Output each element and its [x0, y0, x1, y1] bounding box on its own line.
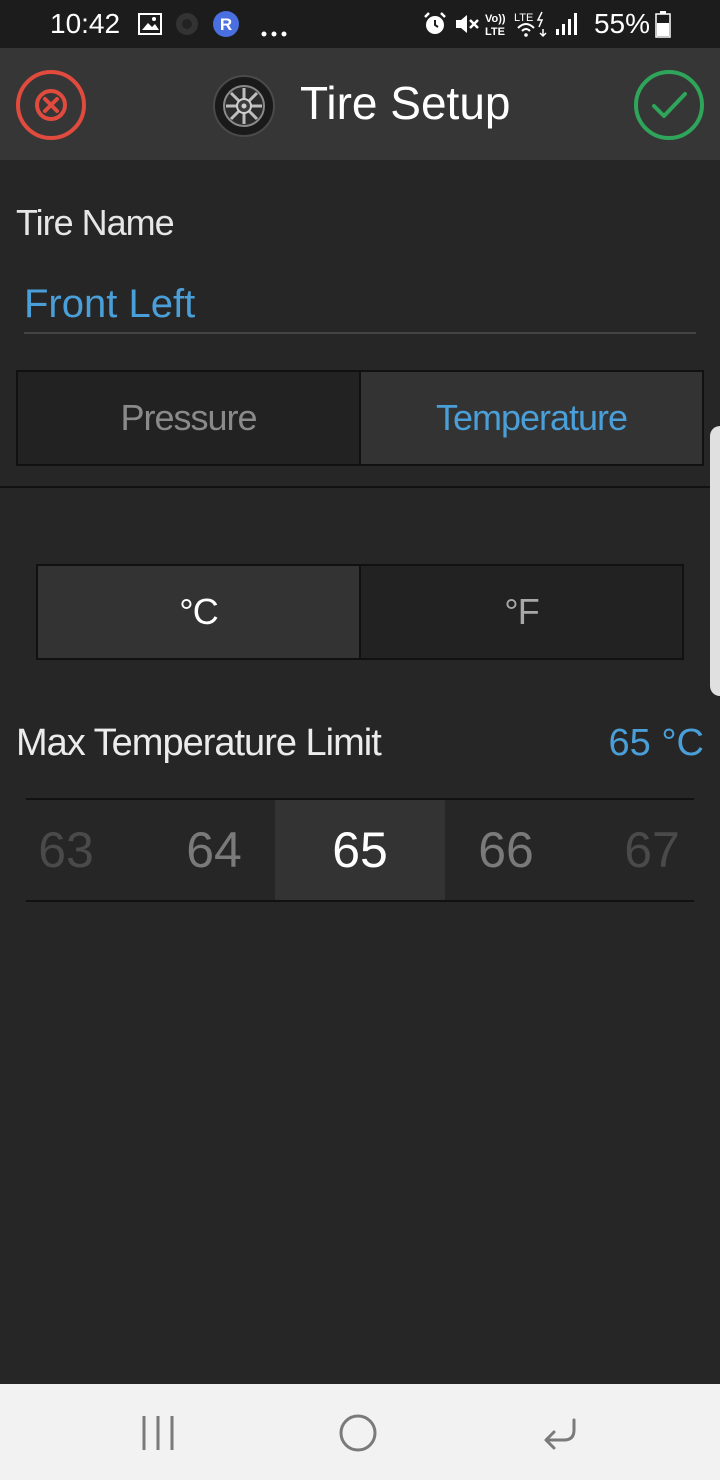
signal-icon [556, 13, 577, 35]
measurement-tabs: Pressure Temperature [16, 370, 704, 466]
image-icon [138, 13, 162, 35]
lte-wifi-icon: LTE [514, 11, 547, 38]
app-bar: Tire Setup [0, 48, 720, 160]
page-title: Tire Setup [300, 77, 511, 129]
tire-icon [213, 75, 275, 137]
more-dots-icon [261, 31, 287, 37]
unit-celsius-button[interactable]: °C [38, 566, 359, 658]
home-icon [339, 1414, 377, 1452]
mute-icon [456, 15, 479, 33]
tire-name-label: Tire Name [16, 202, 175, 243]
tire-name-input[interactable] [24, 276, 696, 334]
confirm-button[interactable] [632, 68, 706, 142]
home-button[interactable] [328, 1408, 388, 1458]
volte-icon: Vo)) LTE [485, 13, 506, 38]
temperature-picker[interactable]: 63 64 65 66 67 [26, 798, 694, 902]
status-bar: 10:42 R Vo)) LTE LTE 55% [0, 0, 720, 48]
back-button[interactable] [530, 1408, 590, 1458]
battery-icon [655, 11, 671, 38]
max-temperature-value: 65 °C [608, 722, 704, 764]
recent-apps-button[interactable] [128, 1408, 188, 1458]
picker-value[interactable]: 64 [164, 800, 264, 900]
close-icon [16, 70, 86, 140]
checkmark-icon [634, 70, 704, 140]
circle-app-icon [176, 13, 198, 35]
recent-apps-icon [142, 1416, 174, 1450]
unit-fahrenheit-button[interactable]: °F [359, 566, 682, 658]
r-app-icon: R [213, 11, 239, 37]
picker-selected-value[interactable]: 65 [275, 800, 445, 900]
cancel-button[interactable] [14, 68, 88, 142]
tab-pressure[interactable]: Pressure [18, 372, 359, 464]
svg-text:LTE: LTE [514, 12, 533, 24]
picker-value[interactable]: 66 [456, 800, 556, 900]
unit-toggle: °C °F [36, 564, 684, 660]
system-nav-bar [0, 1384, 720, 1480]
svg-text:R: R [220, 15, 232, 34]
status-time: 10:42 [50, 8, 121, 39]
picker-value[interactable]: 67 [612, 800, 692, 900]
back-icon [544, 1418, 576, 1450]
tab-temperature[interactable]: Temperature [359, 372, 702, 464]
svg-text:LTE: LTE [485, 26, 505, 38]
max-temperature-label: Max Temperature Limit [16, 722, 382, 764]
alarm-icon [424, 12, 446, 34]
battery-percent: 55% [593, 8, 650, 39]
svg-text:Vo)): Vo)) [485, 13, 506, 25]
picker-value[interactable]: 63 [26, 800, 106, 900]
section-divider [0, 486, 720, 488]
scroll-handle[interactable] [710, 426, 720, 696]
